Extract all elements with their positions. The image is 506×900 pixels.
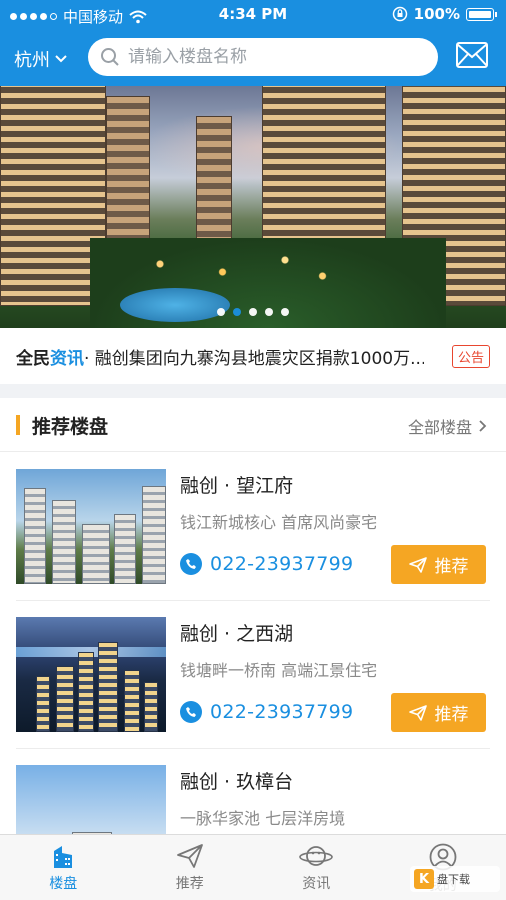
pager-dot[interactable] — [281, 308, 289, 316]
paper-plane-icon — [176, 844, 203, 868]
phone-icon — [180, 701, 202, 723]
tab-news[interactable]: 资讯 — [253, 835, 380, 900]
pager-dot-active[interactable] — [233, 308, 241, 316]
search-box[interactable] — [88, 38, 438, 76]
news-ticker[interactable]: 全民资讯 · 融创集团向九寨沟县地震灾区捐款1000万... 公告 — [0, 328, 506, 384]
listing-name[interactable]: 融创 · 玖樟台 — [180, 767, 293, 794]
tab-label: 推荐 — [175, 876, 204, 892]
watermark-text: 盘下载 — [437, 873, 470, 886]
paper-plane-icon — [408, 556, 427, 573]
tab-label: 楼盘 — [49, 876, 78, 892]
listing-thumbnail[interactable] — [16, 765, 166, 838]
tab-listings[interactable]: 楼盘 — [0, 835, 127, 900]
banner-carousel[interactable] — [0, 86, 506, 328]
tab-label: 资讯 — [302, 876, 331, 892]
paper-plane-icon — [408, 704, 427, 721]
pager-dot[interactable] — [217, 308, 225, 316]
pager-dot[interactable] — [249, 308, 257, 316]
all-listings-link[interactable]: 全部楼盘 — [408, 414, 488, 438]
section-accent-bar — [16, 415, 20, 435]
all-listings-label: 全部楼盘 — [407, 418, 472, 437]
bottom-tab-bar: 楼盘 推荐 资讯 我的 K 盘下载 — [0, 834, 506, 900]
section-header: 推荐楼盘 全部楼盘 — [0, 398, 506, 452]
orientation-lock-icon — [392, 6, 407, 22]
phone-link[interactable]: 022-23937799 — [180, 553, 353, 575]
news-brand: 全民资讯 — [16, 344, 84, 369]
city-selector[interactable]: 杭州 — [14, 46, 68, 72]
status-bar: 中国移动 4:34 PM 100% — [0, 0, 506, 30]
listing-name[interactable]: 融创 · 望江府 — [180, 471, 293, 498]
building-icon — [54, 846, 73, 868]
section-title: 推荐楼盘 — [32, 416, 109, 438]
listing-item[interactable]: 融创 · 玖樟台 一脉华家池 七层洋房境 022-23937799 推荐 — [0, 749, 506, 838]
tab-recommend[interactable]: 推荐 — [127, 835, 254, 900]
carousel-pager[interactable] — [0, 308, 506, 316]
phone-link[interactable]: 022-23937799 — [180, 701, 353, 723]
status-right: 100% — [392, 5, 497, 23]
chevron-down-icon — [55, 55, 67, 63]
search-input[interactable] — [128, 47, 408, 67]
planet-icon — [299, 846, 334, 866]
chevron-right-icon — [479, 420, 487, 432]
listing-desc: 一脉华家池 七层洋房境 — [180, 809, 346, 828]
notice-badge: 公告 — [451, 345, 490, 368]
listing-thumbnail[interactable] — [16, 617, 166, 732]
banner-pool — [120, 288, 230, 322]
city-label: 杭州 — [14, 50, 50, 71]
listing-item[interactable]: 融创 · 望江府 钱江新城核心 首席风尚豪宅 022-23937799 推荐 — [0, 453, 506, 601]
top-header: 中国移动 4:34 PM 100% 杭州 — [0, 0, 506, 86]
nav-bar: 杭州 — [0, 34, 506, 82]
listing-desc: 钱塘畔一桥南 高端江景住宅 — [180, 661, 378, 680]
pager-dot[interactable] — [265, 308, 273, 316]
phone-number[interactable]: 022-23937799 — [210, 553, 353, 575]
listing-item[interactable]: 融创 · 之西湖 钱塘畔一桥南 高端江景住宅 022-23937799 推荐 — [0, 601, 506, 749]
recommend-button[interactable]: 推荐 — [391, 545, 486, 584]
watermark-icon: K — [414, 869, 434, 889]
battery-label: 100% — [413, 5, 460, 23]
watermark-logo: K 盘下载 — [410, 866, 500, 892]
news-brand-prefix: 全民 — [16, 348, 50, 369]
phone-icon — [180, 553, 202, 575]
recommend-label: 推荐 — [434, 705, 469, 725]
mail-icon[interactable] — [456, 42, 488, 68]
listing-desc: 钱江新城核心 首席风尚豪宅 — [180, 513, 378, 532]
search-icon — [101, 48, 119, 66]
news-brand-highlight: 资讯 — [50, 348, 84, 369]
news-headline[interactable]: · 融创集团向九寨沟县地震灾区捐款1000万... — [84, 344, 424, 369]
phone-number[interactable]: 022-23937799 — [210, 701, 353, 723]
listing-thumbnail[interactable] — [16, 469, 166, 584]
listing-name[interactable]: 融创 · 之西湖 — [180, 619, 293, 646]
recommended-section: 推荐楼盘 全部楼盘 融创 · 望江府 钱江新城核心 首席风尚豪宅 022-239… — [0, 398, 506, 838]
battery-icon — [466, 7, 497, 21]
recommend-label: 推荐 — [434, 557, 469, 577]
recommend-button[interactable]: 推荐 — [391, 693, 486, 732]
